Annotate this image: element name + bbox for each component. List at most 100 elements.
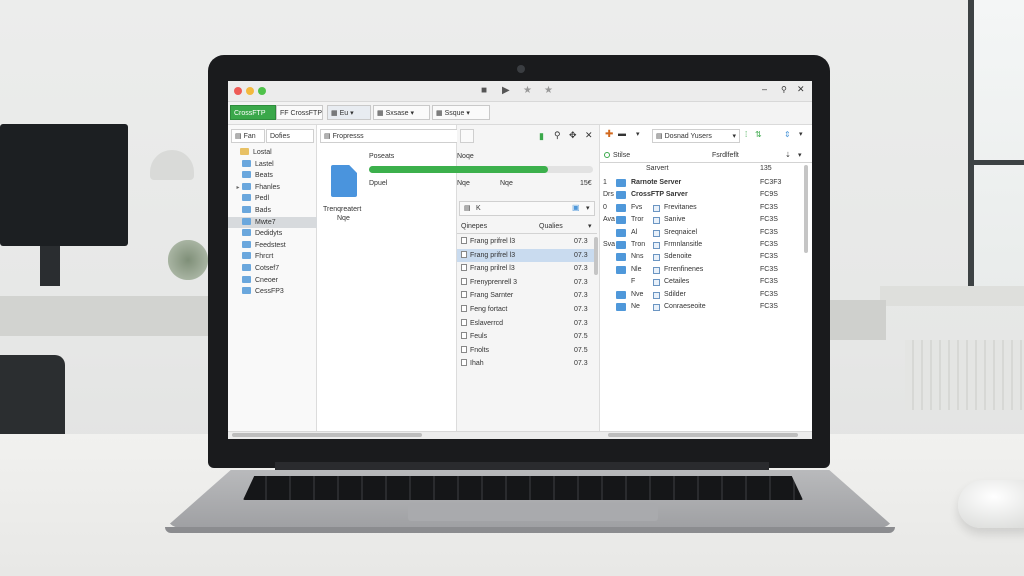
- filter-field-a[interactable]: ▤ Fan: [231, 129, 265, 143]
- tree-item[interactable]: Dedidyts: [228, 228, 323, 240]
- queue-row[interactable]: Frang prifrel l3 07.3: [457, 235, 597, 249]
- queue-row[interactable]: Frang prifrel l3 07.3: [457, 248, 597, 263]
- queue-row[interactable]: Frang Sarnter 07.3: [457, 289, 597, 303]
- queue-col-status[interactable]: Qualies: [539, 220, 563, 233]
- grid-icon: ▦: [436, 110, 445, 117]
- queue-scrollbar[interactable]: [594, 237, 598, 275]
- chart-icon[interactable]: ▮: [539, 131, 544, 142]
- remote-row[interactable]: Ne Conraeseoite FC3S: [600, 301, 812, 313]
- remote-row-name: Rarnote Server: [631, 179, 682, 186]
- queue-toggle[interactable]: [460, 129, 474, 143]
- tree-item[interactable]: Cneoer: [228, 275, 323, 287]
- close-window-dot[interactable]: [234, 87, 242, 95]
- sort-icon[interactable]: ⇕: [784, 130, 791, 139]
- tree-item-label: Dedidyts: [255, 230, 283, 238]
- remote-row[interactable]: Al Sreqnaicel FC3S: [600, 227, 812, 239]
- progress-row-label: Dpuel: [369, 180, 388, 187]
- search-icon[interactable]: ⚲: [781, 85, 787, 94]
- filter-field-b[interactable]: Dofies: [266, 129, 314, 143]
- remote-hscrollbar[interactable]: [608, 433, 798, 437]
- remote-row[interactable]: F Cetailes FC3S: [600, 276, 812, 288]
- tree-item[interactable]: CessFP3: [228, 286, 323, 298]
- tree-item[interactable]: ▸ Fhanles: [228, 182, 323, 194]
- star-icon[interactable]: ★: [523, 85, 532, 97]
- tab-crossftp[interactable]: CrossFTP: [230, 105, 276, 120]
- tree-item[interactable]: Pedl: [228, 193, 323, 205]
- remote-row[interactable]: Sva Tron Frmnlansitle FC3S: [600, 239, 812, 251]
- title-bar: ■ ▶ ★ ★ – ⚲ ✕: [228, 81, 812, 102]
- chevron-down-icon[interactable]: ▾: [588, 220, 592, 233]
- tab-eu[interactable]: ▦ Eu ▾: [327, 105, 371, 120]
- progress-col-left-title: Poseats: [369, 153, 395, 160]
- folder-icon: [242, 287, 251, 295]
- minimize-button[interactable]: –: [762, 84, 767, 94]
- remote-row-right-name: Frrenfinenes: [664, 265, 704, 273]
- queue-row-name: Frang prilrel l3: [470, 265, 515, 273]
- webcam: [517, 65, 525, 73]
- remote-row[interactable]: 0 Fvs Frevitanes FC3S: [600, 202, 812, 214]
- queue-row[interactable]: Frang prilrel l3 07.3: [457, 262, 597, 276]
- remote-row[interactable]: Drs CrossFTP Sarver FC9S: [600, 189, 812, 201]
- remote-col-status[interactable]: Stilse: [604, 149, 630, 162]
- tab-sxsase[interactable]: ▦ Sxsase ▾: [373, 105, 430, 120]
- queue-row[interactable]: Feuls 07.5: [457, 330, 597, 344]
- tree-item[interactable]: Feedstest: [228, 240, 323, 252]
- remote-row-right-name: Sanive: [664, 216, 686, 224]
- tree-item[interactable]: Fhrcrt: [228, 251, 323, 263]
- tab-ff-crossftp[interactable]: FF CrossFTP: [276, 105, 323, 120]
- sort-icon[interactable]: ⇣: [785, 149, 791, 162]
- search-icon[interactable]: ⚲: [554, 130, 561, 141]
- queue-col-name[interactable]: Qinepes: [461, 220, 487, 233]
- tree-item[interactable]: Lastel: [228, 159, 323, 171]
- chevron-down-icon[interactable]: ▾: [799, 130, 803, 138]
- close-icon[interactable]: ✕: [585, 130, 593, 141]
- tree-item[interactable]: Cotsef7: [228, 263, 323, 275]
- queue-row[interactable]: Fnolts 07.5: [457, 344, 597, 358]
- status-bar: [228, 431, 812, 439]
- remote-row[interactable]: 1 Rarnote Server FC3F3: [600, 177, 812, 189]
- remote-row-name: Fvs: [631, 203, 643, 211]
- remote-row-name: CrossFTP Sarver: [631, 191, 688, 199]
- remote-row[interactable]: Ava Tror Sanive FC3S: [600, 214, 812, 226]
- tree-item[interactable]: Beats: [228, 170, 323, 182]
- local-hscrollbar[interactable]: [232, 433, 422, 437]
- move-icon[interactable]: ✥: [569, 130, 577, 141]
- stop-icon[interactable]: ■: [481, 85, 487, 97]
- remote-row[interactable]: Nle Frrenfinenes FC3S: [600, 264, 812, 276]
- tree-item[interactable]: Mwte7: [228, 216, 323, 229]
- remote-col-name[interactable]: Sarvert: [646, 165, 669, 172]
- chevron-down-icon[interactable]: ▾: [586, 204, 590, 212]
- tree-item[interactable]: Lostal: [228, 147, 321, 159]
- progress-search-field[interactable]: ▤ Fropresss▾: [320, 129, 472, 143]
- queue-row[interactable]: Frenyprenrell 3 07.3: [457, 276, 597, 290]
- play-icon[interactable]: ▶: [502, 85, 510, 97]
- folder-icon: [242, 159, 251, 167]
- queue-row[interactable]: Ihah 07.3: [457, 357, 597, 371]
- remote-scrollbar[interactable]: [804, 165, 808, 253]
- minimize-window-dot[interactable]: [246, 87, 254, 95]
- maximize-window-dot[interactable]: [258, 87, 266, 95]
- tree-item[interactable]: Bads: [228, 205, 323, 217]
- arrows-icon[interactable]: ⇅: [755, 130, 762, 139]
- queue-row[interactable]: Eslaverrcd 07.3: [457, 317, 597, 331]
- remote-col-mod[interactable]: Fsrdlfeflt: [712, 149, 739, 162]
- transfer-caption: Trenqreatert: [323, 206, 362, 213]
- chevron-down-icon[interactable]: ▾: [798, 149, 802, 162]
- tree-item-label: Lostal: [253, 149, 272, 156]
- folder-icon: [242, 206, 251, 213]
- chevron-down-icon[interactable]: ▾: [636, 130, 640, 138]
- minus-icon[interactable]: ▬: [618, 129, 626, 138]
- image-icon[interactable]: ▣: [572, 203, 580, 212]
- remote-location-field[interactable]: ▤ Dosnad Yusers ▾: [652, 129, 740, 143]
- bars-icon[interactable]: ⁞: [745, 130, 747, 139]
- transfer-caption-sub: Nqe: [337, 215, 350, 222]
- remote-col-size[interactable]: 135: [760, 165, 772, 172]
- queue-row[interactable]: Feng fortact 07.3: [457, 303, 597, 317]
- tab-ssque[interactable]: ▦ Ssque ▾: [432, 105, 490, 120]
- file-icon: [653, 204, 660, 212]
- remote-row[interactable]: Nve Sdilder FC3S: [600, 289, 812, 301]
- star-outline-icon[interactable]: ★: [544, 85, 553, 97]
- plus-icon[interactable]: ✚: [605, 129, 613, 140]
- remote-row[interactable]: Nns Sdenoite FC3S: [600, 251, 812, 263]
- close-button[interactable]: ✕: [797, 84, 805, 95]
